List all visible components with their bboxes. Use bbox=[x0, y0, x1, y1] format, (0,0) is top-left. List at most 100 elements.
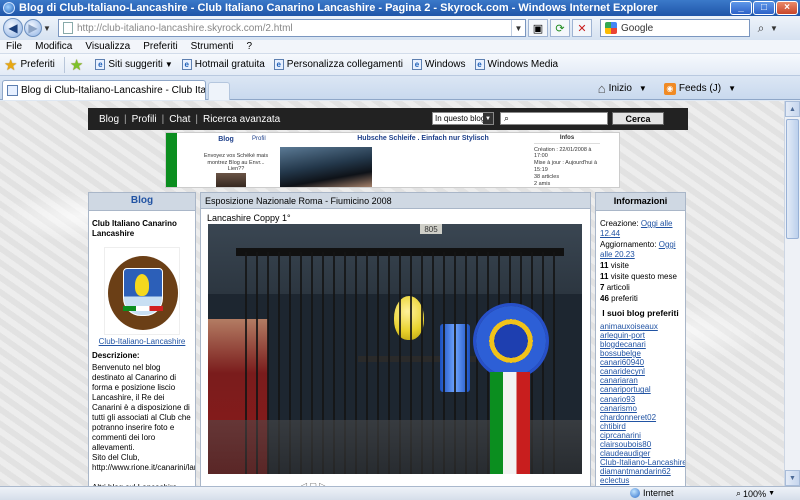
banner-photo bbox=[280, 147, 372, 187]
search-options-dropdown-icon[interactable]: ▼ bbox=[770, 24, 780, 33]
banner-infos-text: Création : 22/01/2008 à 17:00 Mise à jou… bbox=[534, 146, 598, 187]
maximize-button[interactable]: □ bbox=[753, 1, 775, 15]
tab-blog-page[interactable]: Blog di Club-Italiano-Lancashire - Club … bbox=[2, 80, 206, 100]
add-favorite-star-icon: ★ bbox=[69, 56, 84, 74]
menu-modifica[interactable]: Modifica bbox=[35, 41, 72, 52]
articoli-count: 7 bbox=[600, 283, 605, 292]
blog-search-input[interactable]: ⌕ bbox=[500, 112, 608, 125]
new-tab-button[interactable] bbox=[208, 82, 230, 100]
favorite-blog-link[interactable]: clairsoubois80 bbox=[600, 440, 681, 449]
cerca-button[interactable]: Cerca bbox=[612, 112, 664, 125]
fav-link-windows-media[interactable]: e Windows Media bbox=[474, 59, 558, 70]
favorite-blog-link[interactable]: Club-Italiano-Lancashire bbox=[600, 458, 685, 467]
refresh-icon[interactable]: ⟳ bbox=[550, 19, 570, 37]
nav-link-ricerca[interactable]: Ricerca avanzata bbox=[203, 114, 280, 125]
search-scope-select[interactable]: In questo blog ▼ bbox=[432, 112, 494, 125]
search-input[interactable]: Google bbox=[621, 23, 749, 34]
banner-infos-title: Infos bbox=[534, 135, 600, 144]
favorite-blog-link[interactable]: canari60940 bbox=[600, 358, 681, 367]
zone-label: Internet bbox=[643, 488, 674, 498]
favorite-blog-link[interactable]: canario93 bbox=[600, 395, 681, 404]
menu-help[interactable]: ? bbox=[246, 41, 252, 52]
address-bar[interactable]: http://club-italiano-lancashire.skyrock.… bbox=[58, 19, 526, 37]
club-logo[interactable] bbox=[104, 247, 180, 335]
favorite-blog-link[interactable]: eclectus bbox=[600, 476, 681, 485]
zoom-control[interactable]: ⌕ 100% ▼ bbox=[736, 488, 775, 499]
favorite-blog-link[interactable]: diamantmandarin62 bbox=[600, 467, 681, 476]
blog-search-magnifier-icon: ⌕ bbox=[504, 113, 510, 123]
history-dropdown-icon[interactable]: ▼ bbox=[42, 24, 52, 33]
nav-link-chat[interactable]: Chat bbox=[169, 114, 190, 125]
right-sidebar: Informazioni Creazione: Oggi alle 12.44 … bbox=[595, 192, 686, 486]
canary-photo[interactable]: 805 bbox=[208, 224, 582, 474]
favorite-blog-link[interactable]: claudeaudiger bbox=[600, 449, 681, 458]
menu-preferiti[interactable]: Preferiti bbox=[143, 41, 177, 52]
zoom-dropdown-icon[interactable]: ▼ bbox=[768, 490, 775, 497]
zoom-magnifier-icon: ⌕ bbox=[736, 488, 742, 498]
nav-link-profili[interactable]: Profili bbox=[132, 114, 157, 125]
feeds-label[interactable]: Feeds (J) bbox=[679, 83, 721, 94]
home-dropdown-icon[interactable]: ▼ bbox=[639, 84, 647, 93]
favorite-blog-link[interactable]: canariaran bbox=[600, 376, 681, 385]
address-url[interactable]: http://club-italiano-lancashire.skyrock.… bbox=[77, 23, 511, 34]
left-sidebar: Blog Club Italiano Canarino Lancashire C… bbox=[88, 192, 196, 486]
page-icon bbox=[63, 22, 73, 34]
home-icon[interactable]: ⌂ bbox=[598, 81, 606, 96]
forward-button[interactable]: ▶ bbox=[24, 19, 42, 37]
logo-caption-link[interactable]: Club-Italiano-Lancashire bbox=[89, 337, 195, 347]
security-zone[interactable]: Internet bbox=[630, 488, 674, 498]
articoli-label: articoli bbox=[606, 283, 630, 292]
menu-visualizza[interactable]: Visualizza bbox=[85, 41, 130, 52]
add-favorite-button[interactable]: ★ bbox=[70, 56, 86, 74]
scroll-thumb[interactable] bbox=[786, 119, 799, 239]
favorite-blog-link[interactable]: chtibird bbox=[600, 422, 681, 431]
menu-strumenti[interactable]: Strumenti bbox=[191, 41, 234, 52]
scroll-up-icon[interactable]: ▲ bbox=[785, 101, 800, 117]
visite-count: 11 bbox=[600, 261, 609, 270]
fav-link-label: Siti suggeriti bbox=[108, 59, 163, 70]
fav-link-siti-suggeriti[interactable]: e Siti suggeriti ▼ bbox=[95, 59, 173, 70]
feeds-icon[interactable]: ◉ bbox=[663, 82, 676, 95]
favorite-blog-link[interactable]: ciprcanarini bbox=[600, 431, 681, 440]
favorite-blog-link[interactable]: canaridecynl bbox=[600, 367, 681, 376]
home-label[interactable]: Inizio bbox=[609, 83, 632, 94]
favorite-blog-link[interactable]: canariportugal bbox=[600, 385, 681, 394]
left-sidebar-header: Blog bbox=[89, 193, 195, 211]
nav-separator: | bbox=[124, 113, 127, 125]
search-magnifier-icon[interactable]: ⌕ bbox=[752, 19, 770, 37]
globe-icon bbox=[630, 488, 640, 498]
vertical-scrollbar[interactable]: ▲ ▼ bbox=[784, 101, 800, 486]
minimize-button[interactable]: _ bbox=[730, 1, 752, 15]
fav-link-personalizza[interactable]: e Personalizza collegamenti bbox=[273, 59, 403, 70]
address-dropdown-icon[interactable]: ▼ bbox=[511, 20, 525, 36]
award-rosette bbox=[476, 306, 546, 376]
favorites-star-icon: ★ bbox=[4, 56, 18, 74]
favorite-blog-link[interactable]: arlequin-port bbox=[600, 331, 681, 340]
favorite-blog-link[interactable]: bossubelge bbox=[600, 349, 681, 358]
scope-dropdown-icon[interactable]: ▼ bbox=[483, 113, 493, 124]
nav-link-blog[interactable]: Blog bbox=[99, 114, 119, 125]
fav-link-label: Windows bbox=[424, 59, 466, 70]
compatibility-view-icon[interactable]: ▣ bbox=[528, 19, 548, 37]
fav-link-hotmail[interactable]: e Hotmail gratuita bbox=[181, 59, 265, 70]
favorites-button[interactable]: ★ Preferiti bbox=[4, 56, 55, 74]
favorite-blog-link[interactable]: animauxoiseaux bbox=[600, 322, 681, 331]
nav-separator: | bbox=[161, 113, 165, 125]
fav-link-windows[interactable]: e Windows bbox=[411, 59, 466, 70]
creazione-label: Creazione: bbox=[600, 219, 639, 228]
favorite-blog-link[interactable]: canarismo bbox=[600, 404, 681, 413]
close-window-button[interactable]: × bbox=[776, 1, 798, 15]
favorite-blogs-title: I suoi blog preferiti bbox=[602, 308, 679, 318]
favorite-blog-link[interactable]: blogdecanari bbox=[600, 340, 681, 349]
stop-icon[interactable]: ✕ bbox=[572, 19, 592, 37]
favorite-blog-link[interactable]: chardonneret02 bbox=[600, 413, 681, 422]
back-button[interactable]: ◀ bbox=[3, 18, 23, 38]
favorites-label: Preferiti bbox=[20, 59, 55, 70]
visite-label: visite bbox=[610, 261, 629, 270]
description-text: Benvenuto nel blog destinato al Canarino… bbox=[92, 363, 195, 486]
menu-file[interactable]: File bbox=[6, 41, 22, 52]
visite-mese-label: visite questo mese bbox=[610, 272, 677, 281]
scroll-down-icon[interactable]: ▼ bbox=[785, 470, 800, 486]
search-box[interactable]: Google bbox=[600, 19, 750, 37]
feeds-dropdown-icon[interactable]: ▼ bbox=[728, 84, 736, 93]
